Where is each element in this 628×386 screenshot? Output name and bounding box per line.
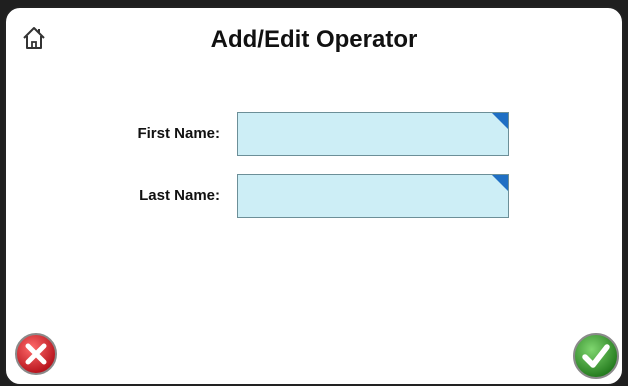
last-name-label: Last Name:: [139, 187, 220, 204]
last-name-input[interactable]: [238, 175, 508, 217]
keyboard-corner-icon: [492, 113, 508, 129]
first-name-field[interactable]: [237, 112, 509, 156]
first-name-row: First Name:: [6, 112, 622, 156]
keyboard-corner-icon: [492, 175, 508, 191]
page-title: Add/Edit Operator: [210, 26, 418, 53]
last-name-field[interactable]: [237, 174, 509, 218]
first-name-input[interactable]: [238, 113, 508, 155]
cancel-x-icon: [15, 333, 57, 375]
app-screen: Add/Edit Operator First Name: Last Name:: [4, 6, 624, 386]
confirm-button[interactable]: [572, 332, 620, 380]
last-name-row: Last Name:: [6, 174, 622, 218]
first-name-label: First Name:: [137, 125, 220, 142]
cancel-button[interactable]: [14, 332, 58, 376]
confirm-check-icon: [573, 333, 619, 379]
